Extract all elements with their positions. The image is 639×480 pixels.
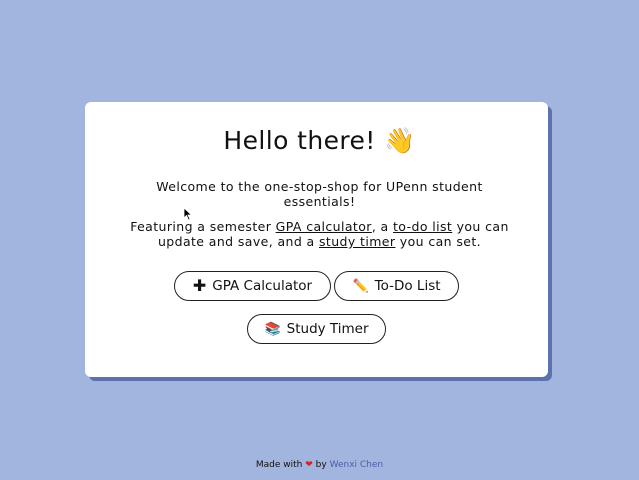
pencil-icon: ✏️ [352,278,369,294]
features-text: Featuring a semester GPA calculator, a t… [120,219,519,249]
gpa-calculator-button[interactable]: ✚ GPA Calculator [174,271,331,301]
study-timer-link[interactable]: study timer [319,234,395,249]
gpa-calculator-label: GPA Calculator [212,278,313,294]
waving-hand-icon: 👋 [384,126,416,155]
todo-list-button[interactable]: ✏️ To-Do List [334,271,459,301]
featuring-prefix: Featuring a semester [130,219,276,234]
study-timer-label: Study Timer [286,321,369,337]
todo-list-label: To-Do List [374,278,441,294]
author-link[interactable]: Wenxi Chen [330,460,384,470]
study-timer-button[interactable]: 📚 Study Timer [247,314,386,344]
plus-icon: ✚ [192,276,207,295]
title-text: Hello there! [223,126,376,155]
footer: Made with ❤ by Wenxi Chen [0,460,639,470]
footer-by: by [315,460,327,470]
mouse-cursor-icon [183,207,193,221]
books-icon: 📚 [264,321,281,337]
features-suffix: you can set. [395,234,482,249]
heart-icon: ❤ [305,460,313,470]
gpa-calculator-link[interactable]: GPA calculator [276,219,372,234]
todo-list-link[interactable]: to-do list [393,219,452,234]
intro-text: Welcome to the one-stop-shop for UPenn s… [156,179,483,209]
page-title: Hello there! 👋 [0,126,639,156]
footer-made-with: Made with [255,460,303,470]
separator-1: , a [371,219,393,234]
